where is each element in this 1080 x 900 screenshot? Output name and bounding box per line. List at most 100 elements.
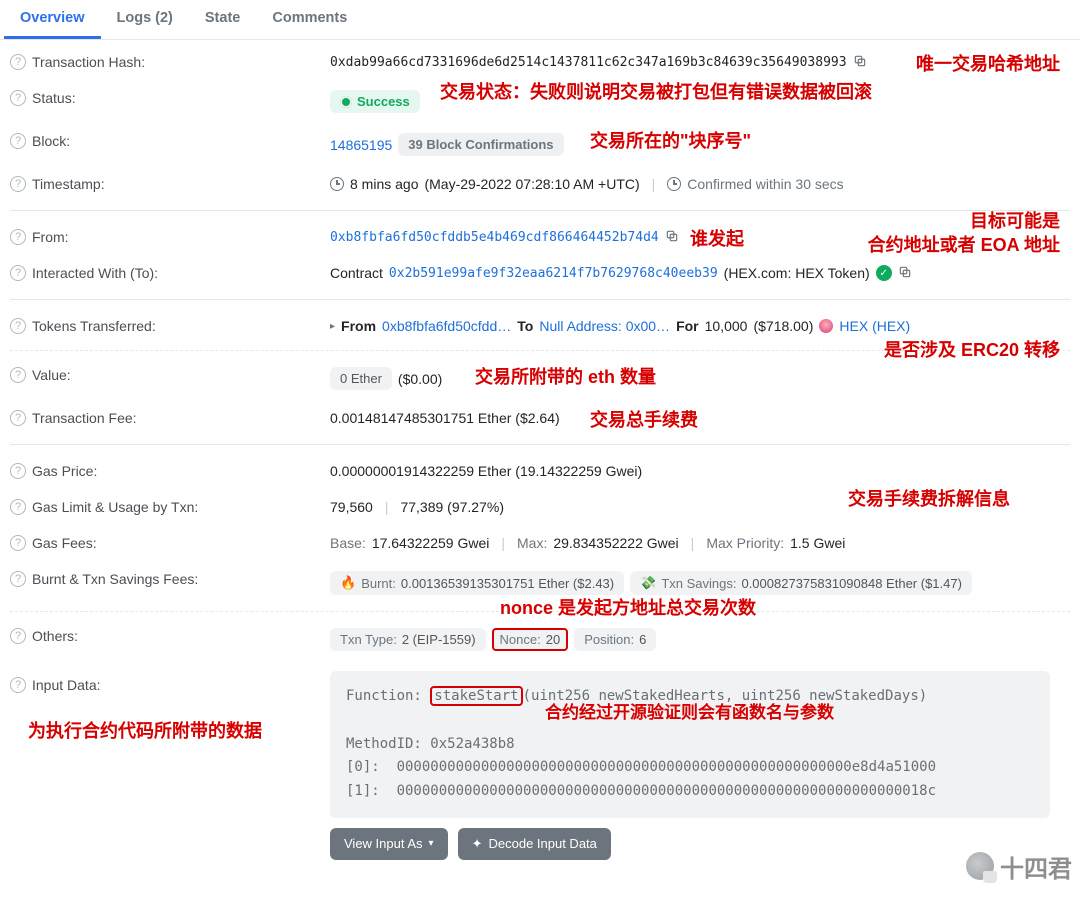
tk-for-lbl: For [676, 318, 699, 334]
row-gasprice: ? Gas Price: 0.00000001914322259 Ether (1… [10, 453, 1070, 489]
label: Status: [32, 90, 76, 106]
savings-chip: 💸 Txn Savings: 0.000827375831090848 Ethe… [630, 571, 972, 595]
ts-ago: 8 mins ago [350, 176, 418, 192]
ts-conf: Confirmed within 30 secs [687, 176, 843, 192]
help-icon[interactable]: ? [10, 677, 26, 693]
value-chip: 0 Ether [330, 367, 392, 390]
caret-icon[interactable]: ▸ [330, 321, 335, 332]
clock-icon [330, 177, 344, 191]
token-icon [819, 319, 833, 333]
label: Block: [32, 133, 70, 149]
gf-maxp-lbl: Max Priority: [706, 535, 784, 551]
label: Transaction Fee: [32, 410, 137, 426]
row-status: ? Status: Success 交易状态：失败则说明交易被打包但有错误数据被回… [10, 80, 1070, 123]
row-gaslimit: ?Gas Limit & Usage by Txn: 79,560 | 77,3… [10, 489, 1070, 525]
tk-usd: ($718.00) [753, 318, 813, 334]
row-block: ?Block: 14865195 39 Block Confirmations … [10, 123, 1070, 166]
block-number[interactable]: 14865195 [330, 137, 392, 153]
tab-state[interactable]: State [189, 0, 256, 39]
nonce-chip: Nonce: 20 [492, 628, 569, 651]
label: Gas Limit & Usage by Txn: [32, 499, 198, 515]
help-icon[interactable]: ? [10, 54, 26, 70]
row-fee: ?Transaction Fee: 0.00148147485301751 Et… [10, 400, 1070, 436]
annot-to2: 合约地址或者 EOA 地址 [868, 231, 1060, 257]
row-inputdata: ?Input Data: Function: stakeStart(uint25… [10, 661, 1070, 870]
label: Timestamp: [32, 176, 105, 192]
help-icon[interactable]: ? [10, 499, 26, 515]
help-icon[interactable]: ? [10, 265, 26, 281]
help-icon[interactable]: ? [10, 176, 26, 192]
tk-to-addr[interactable]: Null Address: 0x00… [539, 318, 670, 334]
annot-value: 交易所附带的 eth 数量 [475, 363, 656, 389]
label: From: [32, 229, 69, 245]
help-icon[interactable]: ? [10, 535, 26, 551]
annot-hash: 唯一交易哈希地址 [916, 50, 1060, 76]
block-confirmations: 39 Block Confirmations [398, 133, 563, 156]
gf-base-lbl: Base: [330, 535, 366, 551]
gf-max-lbl: Max: [517, 535, 547, 551]
decode-input-button[interactable]: ✦Decode Input Data [458, 828, 611, 860]
verified-icon: ✓ [876, 265, 892, 281]
help-icon[interactable]: ? [10, 318, 26, 334]
hash-value: 0xdab99a66cd7331696de6d2514c1437811c62c3… [330, 55, 847, 70]
tk-amount: 10,000 [705, 318, 748, 334]
leaf-icon: 💸 [640, 575, 656, 591]
status-badge: Success [330, 90, 420, 113]
row-hash: ?Transaction Hash: 0xdab99a66cd7331696de… [10, 44, 1070, 80]
annot-status: 交易状态：失败则说明交易被打包但有错误数据被回滚 [440, 78, 872, 104]
tk-from-lbl: From [341, 318, 376, 334]
row-others: nonce 是发起方地址总交易次数 ?Others: Txn Type: 2 (… [10, 618, 1070, 661]
view-input-as-button[interactable]: View Input As▾ [330, 828, 448, 860]
annot-fee: 交易总手续费 [590, 406, 698, 432]
from-addr[interactable]: 0xb8fbfa6fd50cfddb5e4b469cdf866464452b74… [330, 230, 659, 245]
label: Others: [32, 628, 78, 644]
help-icon[interactable]: ? [10, 628, 26, 644]
tab-comments[interactable]: Comments [256, 0, 363, 39]
ts-full: (May-29-2022 07:28:10 AM +UTC) [424, 176, 639, 192]
label: Value: [32, 367, 71, 383]
copy-icon[interactable] [853, 54, 869, 70]
help-icon[interactable]: ? [10, 90, 26, 106]
gf-max: 29.834352222 Gwei [553, 535, 678, 551]
help-icon[interactable]: ? [10, 410, 26, 426]
row-from: ? From: 0xb8fbfa6fd50cfddb5e4b469cdf86646… [10, 219, 1070, 255]
copy-icon[interactable] [665, 229, 681, 245]
label: Tokens Transferred: [32, 318, 156, 334]
gl-used: 77,389 (97.27%) [400, 499, 504, 515]
tab-logs[interactable]: Logs (2) [101, 0, 189, 39]
fn-name: stakeStart [430, 686, 522, 706]
label: Gas Price: [32, 463, 97, 479]
copy-icon[interactable] [898, 265, 914, 281]
tabs: Overview Logs (2) State Comments [0, 0, 1080, 40]
help-icon[interactable]: ? [10, 133, 26, 149]
label: Gas Fees: [32, 535, 97, 551]
gf-maxp: 1.5 Gwei [790, 535, 845, 551]
to-addr[interactable]: 0x2b591e99afe9f32eaa6214f7b7629768c40eeb… [389, 266, 718, 281]
gf-base: 17.64322259 Gwei [372, 535, 490, 551]
annot-block: 交易所在的"块序号" [590, 127, 751, 153]
value-usd: ($0.00) [398, 371, 442, 387]
row-tokens: ? Tokens Transferred: ▸ From 0xb8fbfa6fd5… [10, 308, 1070, 344]
tk-symbol[interactable]: HEX (HEX) [839, 318, 910, 334]
help-icon[interactable]: ? [10, 463, 26, 479]
fire-icon: 🔥 [340, 575, 356, 591]
annot-nonce: nonce 是发起方地址总交易次数 [500, 594, 756, 620]
burnt-chip: 🔥 Burnt: 0.00136539135301751 Ether ($2.4… [330, 571, 624, 595]
annot-from: 谁发起 [690, 225, 744, 251]
annot-gas: 交易手续费拆解信息 [848, 485, 1010, 511]
annot-func: 合约经过开源验证则会有函数名与参数 [545, 699, 834, 728]
wechat-icon [966, 852, 994, 880]
watermark: 十四君 [966, 849, 1072, 884]
tk-to-lbl: To [517, 318, 533, 334]
to-suffix: (HEX.com: HEX Token) [724, 265, 870, 281]
help-icon[interactable]: ? [10, 367, 26, 383]
help-icon[interactable]: ? [10, 571, 26, 587]
label: Interacted With (To): [32, 265, 158, 281]
clock-icon [667, 177, 681, 191]
tk-from-addr[interactable]: 0xb8fbfa6fd50cfdd… [382, 318, 511, 334]
gasprice-value: 0.00000001914322259 Ether (19.14322259 G… [330, 463, 642, 479]
tab-overview[interactable]: Overview [4, 0, 101, 39]
input-data-code: Function: stakeStart(uint256 newStakedHe… [330, 671, 1050, 818]
row-to: ?Interacted With (To): Contract 0x2b591e… [10, 255, 1070, 291]
help-icon[interactable]: ? [10, 229, 26, 245]
